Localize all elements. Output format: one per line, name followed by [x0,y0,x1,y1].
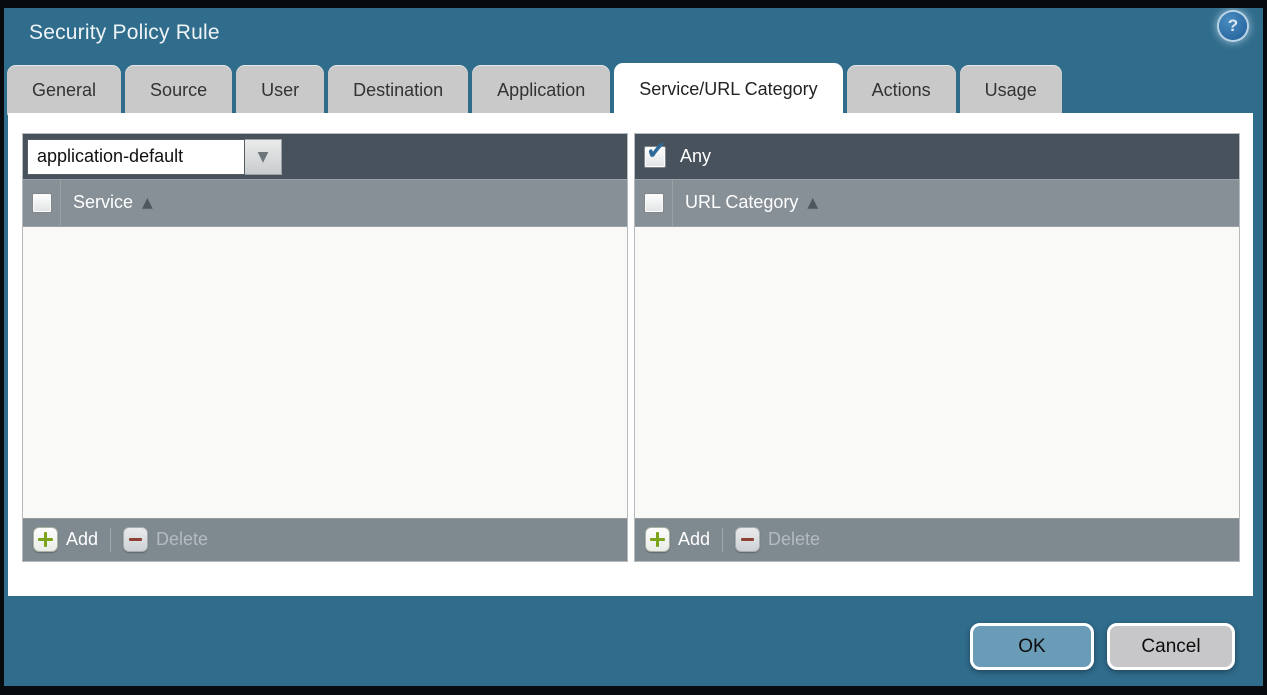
plus-icon [33,527,58,552]
tab-content: application-default ▼ Service ▲ Add [8,113,1253,596]
tab-application[interactable]: Application [472,65,610,115]
tab-destination[interactable]: Destination [328,65,468,115]
chevron-down-icon: ▼ [258,150,269,164]
url-category-panel: ✔ Any URL Category ▲ Add [634,133,1240,562]
tab-user[interactable]: User [236,65,324,115]
any-label: Any [680,146,711,167]
cancel-button[interactable]: Cancel [1107,623,1235,670]
service-select-all-cell [23,179,61,226]
tab-bar: General Source User Destination Applicat… [7,63,1260,115]
service-footer: Add Delete [23,518,627,561]
service-column-header[interactable]: Service [73,192,133,213]
minus-icon [123,527,148,552]
sort-ascending-icon: ▲ [142,195,153,211]
any-checkbox[interactable]: ✔ [644,146,666,168]
question-icon: ? [1228,16,1238,36]
plus-icon [645,527,670,552]
tab-source[interactable]: Source [125,65,232,115]
tab-general[interactable]: General [7,65,121,115]
minus-icon [735,527,760,552]
title-bar: Security Policy Rule ? [4,8,1263,63]
service-table-header: Service ▲ [23,179,627,227]
security-policy-rule-dialog: Security Policy Rule ? General Source Us… [0,0,1267,695]
url-category-select-all-cell [635,179,673,226]
url-category-footer: Add Delete [635,518,1239,561]
tab-actions[interactable]: Actions [847,65,956,115]
sort-ascending-icon: ▲ [807,195,818,211]
tab-usage[interactable]: Usage [960,65,1062,115]
footer-separator [110,528,111,552]
service-panel: application-default ▼ Service ▲ Add [22,133,628,562]
help-button[interactable]: ? [1219,12,1247,40]
url-category-select-all-checkbox[interactable] [644,193,664,213]
add-url-category-label: Add [678,529,710,550]
delete-url-category-button[interactable]: Delete [735,527,820,552]
add-service-label: Add [66,529,98,550]
service-type-dropdown[interactable]: application-default ▼ [27,139,282,175]
page-title: Security Policy Rule [29,21,220,45]
delete-service-label: Delete [156,529,208,550]
url-category-list [635,227,1239,518]
service-type-dropdown-value[interactable]: application-default [27,139,245,175]
check-icon: ✔ [646,138,667,163]
add-url-category-button[interactable]: Add [645,527,710,552]
service-toolbar: application-default ▼ [23,134,627,179]
url-category-column-header[interactable]: URL Category [685,192,798,213]
service-select-all-checkbox[interactable] [32,193,52,213]
service-type-dropdown-button[interactable]: ▼ [245,139,282,175]
service-list [23,227,627,518]
delete-service-button[interactable]: Delete [123,527,208,552]
url-category-toolbar: ✔ Any [635,134,1239,179]
tab-service-url-category[interactable]: Service/URL Category [614,63,842,115]
url-category-table-header: URL Category ▲ [635,179,1239,227]
dialog-actions: OK Cancel [970,623,1235,670]
footer-separator [722,528,723,552]
delete-url-category-label: Delete [768,529,820,550]
add-service-button[interactable]: Add [33,527,98,552]
ok-button[interactable]: OK [970,623,1094,670]
